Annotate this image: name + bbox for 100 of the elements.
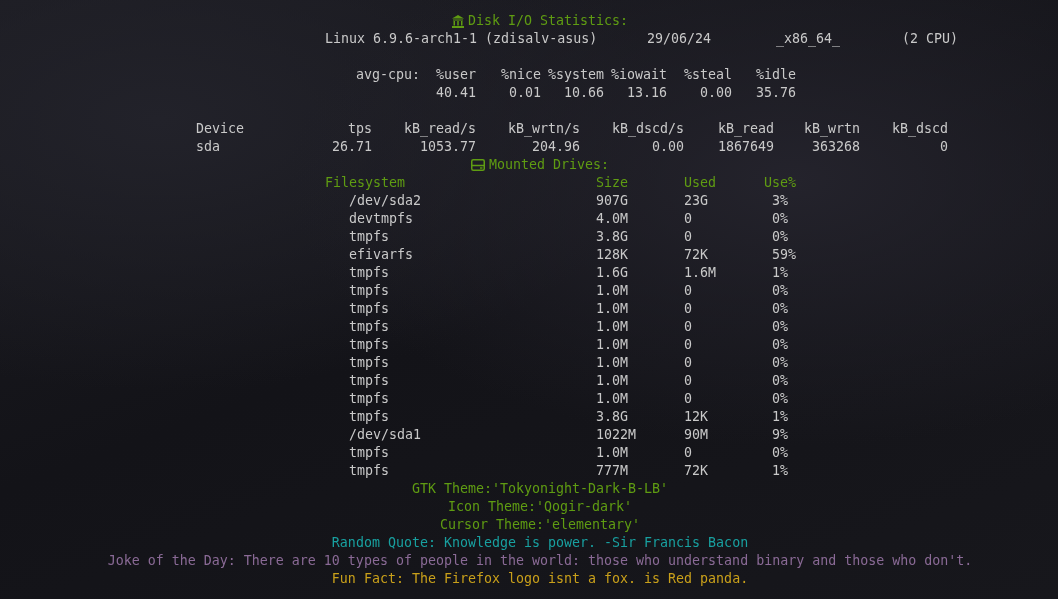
table-cell-text: /dev/sda1 (349, 426, 423, 444)
column-header: kB_wrtn (802, 120, 860, 138)
section-title: Mounted Drives: (488, 156, 610, 174)
info-text: GTK Theme:'Tokyonight-Dark-B-LB' (411, 480, 669, 498)
table-cell-text: 1.0M (596, 336, 630, 354)
table-cell-text: 3.8G (596, 408, 630, 426)
table-cell-text: 1% (772, 264, 789, 282)
table-cell-text: tmpfs (349, 318, 391, 336)
table-cell-text: 0% (772, 372, 789, 390)
table-cell-text: 1.0M (596, 444, 630, 462)
table-cell-text: 0 (684, 444, 693, 462)
table-cell-text: 0 (684, 210, 693, 228)
table-cell-text: 204.96 (530, 138, 580, 156)
table-cell-text: 0% (772, 444, 789, 462)
column-header: %system (546, 66, 604, 84)
table-cell-text: tmpfs (349, 354, 391, 372)
table-cell-text: 12K (684, 408, 710, 426)
table-cell-text: sda (196, 138, 222, 156)
table-cell-text: 59% (772, 246, 798, 264)
column-header: %nice (499, 66, 541, 84)
info-text: Fun Fact: The Firefox logo isnt a fox. is Red panda. (331, 570, 749, 588)
table-cell-text: 3.8G (596, 228, 630, 246)
system-info-text: _x86_64_ (776, 30, 842, 48)
table-cell-text: 23G (684, 192, 710, 210)
table-cell-text: tmpfs (349, 444, 391, 462)
table-cell-text: 907G (596, 192, 630, 210)
table-cell-text: 0 (684, 336, 693, 354)
info-text: Icon Theme:'Qogir-dark' (447, 498, 633, 516)
table-cell-text: 0% (772, 210, 789, 228)
table-cell-text: 0% (772, 228, 789, 246)
table-cell-text: 1.6G (596, 264, 630, 282)
column-header: kB_dscd/s (610, 120, 684, 138)
table-cell-text: 90M (684, 426, 710, 444)
table-cell-text: 0% (772, 318, 789, 336)
table-cell-text: 0 (684, 318, 693, 336)
table-cell-text: 363268 (810, 138, 860, 156)
table-cell-text: 0 (684, 228, 693, 246)
table-cell-text: 40.41 (434, 84, 476, 102)
table-cell-text: tmpfs (349, 300, 391, 318)
table-cell-text: 1% (772, 408, 789, 426)
info-text: Random Quote: Knowledge is power. -Sir Francis Bacon (331, 534, 749, 552)
table-cell-text: 1867649 (716, 138, 774, 156)
table-cell-text: 0% (772, 300, 789, 318)
table-cell-text: tmpfs (349, 372, 391, 390)
table-cell-text: 1.0M (596, 390, 630, 408)
table-cell-text: 1.6M (684, 264, 718, 282)
table-cell-text: 1.0M (596, 372, 630, 390)
column-header: kB_read (716, 120, 774, 138)
table-cell-text: 4.0M (596, 210, 630, 228)
table-cell-text: tmpfs (349, 228, 391, 246)
table-cell-text: 0 (684, 390, 693, 408)
column-header: kB_wrtn/s (506, 120, 580, 138)
table-cell-text: tmpfs (349, 408, 391, 426)
column-header: kB_dscd (890, 120, 948, 138)
table-cell-text: 0% (772, 282, 789, 300)
table-cell-text: tmpfs (349, 462, 391, 480)
column-header: Filesystem (325, 174, 407, 192)
system-info-text: Linux 6.9.6-arch1-1 (zdisalv-asus) (325, 30, 599, 48)
table-cell-text: 0 (939, 138, 948, 156)
section-title: Disk I/O Statistics: (467, 12, 629, 30)
table-cell-text: tmpfs (349, 390, 391, 408)
info-text: Joke of the Day: There are 10 types of people in the world: those who understand binary and those who don't. (107, 552, 973, 570)
table-cell-text: 0 (684, 354, 693, 372)
column-header: %iowait (609, 66, 667, 84)
table-cell-text: 1.0M (596, 282, 630, 300)
column-header: Use% (764, 174, 798, 192)
table-cell-text: 0.01 (507, 84, 541, 102)
column-header: %user (434, 66, 476, 84)
table-cell-text: /dev/sda2 (349, 192, 423, 210)
column-header: %steal (682, 66, 732, 84)
table-cell-text: 777M (596, 462, 630, 480)
table-cell-text: tmpfs (349, 264, 391, 282)
column-header: Used (684, 174, 718, 192)
table-cell-text: 0 (684, 372, 693, 390)
column-header: Device (196, 120, 246, 138)
table-cell-text: 128K (596, 246, 630, 264)
table-cell-text: devtmpfs (349, 210, 415, 228)
drive-icon (470, 159, 485, 171)
table-cell-text: tmpfs (349, 282, 391, 300)
table-cell-text: 0% (772, 336, 789, 354)
table-cell-text: 0.00 (650, 138, 684, 156)
table-cell-text: 1022M (596, 426, 638, 444)
column-header: %idle (754, 66, 796, 84)
column-header: tps (346, 120, 372, 138)
table-cell-text: 0% (772, 390, 789, 408)
table-cell-text: efivarfs (349, 246, 415, 264)
column-header: Size (596, 174, 630, 192)
table-cell-text: 1.0M (596, 354, 630, 372)
table-cell-text: tmpfs (349, 336, 391, 354)
cpu-label: avg-cpu: (354, 66, 420, 84)
table-cell-text: 3% (772, 192, 789, 210)
table-cell-text: 72K (684, 462, 710, 480)
table-cell-text: 10.66 (562, 84, 604, 102)
table-cell-text: 0% (772, 354, 789, 372)
table-cell-text: 1% (772, 462, 789, 480)
system-info-text: 29/06/24 (647, 30, 713, 48)
table-cell-text: 0 (684, 282, 693, 300)
table-cell-text: 0.00 (698, 84, 732, 102)
table-cell-text: 1.0M (596, 300, 630, 318)
table-cell-text: 9% (772, 426, 789, 444)
